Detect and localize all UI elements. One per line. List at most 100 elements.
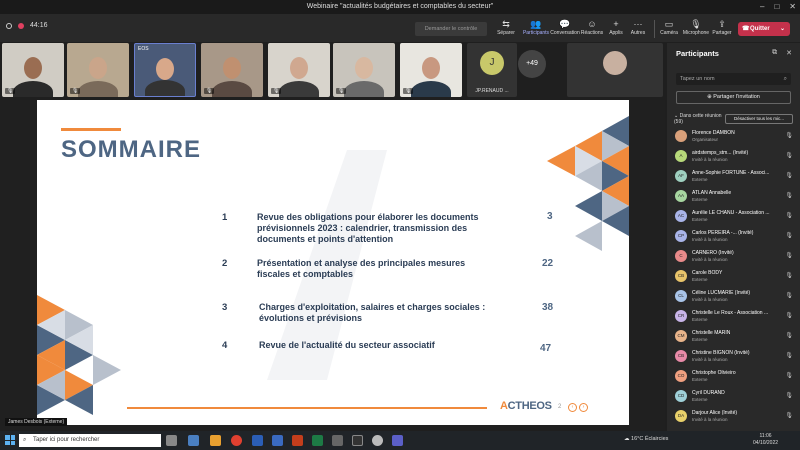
participant-role: Invité à la réunion <box>692 417 728 422</box>
minimize-button[interactable]: – <box>760 0 764 14</box>
prev-slide-button[interactable]: ‹ <box>568 403 577 412</box>
participant-body <box>411 81 451 97</box>
avatar: A <box>675 150 687 162</box>
split-button[interactable]: ⇆ Séparer <box>490 18 522 36</box>
share-button[interactable]: ⇪ Partager <box>706 18 738 36</box>
leave-button[interactable]: ☎ Quitter ⌄ <box>738 22 790 36</box>
app-icon[interactable] <box>352 435 363 446</box>
chevron-left-icon: ‹ <box>571 404 574 410</box>
participant-role: Externe <box>692 217 708 222</box>
slide-heading: SOMMAIRE <box>61 136 201 163</box>
mic-off-icon: 🎙 <box>785 293 793 299</box>
participant-role: Organisateur <box>692 137 719 142</box>
avatar: CB <box>675 350 687 362</box>
avatar-name: JP.RENAUD ... <box>475 88 509 94</box>
next-slide-button[interactable]: › <box>579 403 588 412</box>
participant-search-input[interactable]: Tapez un nom ⌕ <box>676 73 791 85</box>
chrome-icon[interactable] <box>231 435 242 446</box>
avatar: CL <box>675 290 687 302</box>
mic-off-icon: 🎙 <box>785 353 793 359</box>
toc-number: 1 <box>222 212 228 223</box>
task-view-icon[interactable] <box>166 435 177 446</box>
video-tile-speaking[interactable]: EOS <box>134 43 196 97</box>
more-button[interactable]: ··· Autres <box>622 18 654 36</box>
participant-row[interactable]: CR Christelle Le Roux - Association ... Ex… <box>675 308 795 326</box>
self-tile[interactable] <box>567 43 663 97</box>
more-icon: ··· <box>633 19 643 29</box>
in-meeting-header[interactable]: ⌄ Dans cette réunion (59) <box>674 113 722 125</box>
ask-control-button[interactable]: Demander le contrôle <box>415 22 487 36</box>
mic-off-icon: 🎙 <box>271 88 282 94</box>
weather-widget[interactable]: ☁ 16°C Éclaircies <box>624 436 668 442</box>
participant-body <box>78 81 118 97</box>
search-icon: ⌕ <box>23 437 27 443</box>
participant-body <box>344 81 384 97</box>
mute-all-button[interactable]: Désactiver tous les mic... <box>725 114 793 124</box>
video-tile[interactable]: 🎙 <box>268 43 330 97</box>
presentation-slide: SOMMAIRE 1 Revue des obligations pour él… <box>37 100 629 425</box>
window-titlebar: Webinaire "actualités budgétaires et com… <box>0 0 800 14</box>
outlook-icon[interactable] <box>272 435 283 446</box>
close-button[interactable]: ✕ <box>789 0 796 14</box>
mic-off-icon: 🎙 <box>785 253 793 259</box>
chevron-right-icon: › <box>582 404 585 410</box>
participant-row[interactable]: CP Carlos PEREIRA -... (Invité) Invité à l… <box>675 228 795 246</box>
app-icon[interactable] <box>210 435 221 446</box>
participant-row[interactable]: CB Carole BODY Externe 🎙 <box>675 268 795 286</box>
participant-row[interactable]: CB Christine BIGNON (Invité) Invité à la r… <box>675 348 795 366</box>
participant-name: ATLAN Annabelle <box>692 190 732 196</box>
participant-row[interactable]: Aairdstemps_stm... (Invité) Invité à la r… <box>675 148 795 166</box>
participant-row[interactable]: AC Aurélie LE CHANU - Association ... Exte… <box>675 208 795 226</box>
participant-row[interactable]: DA Darjour Alice (Invité) Invité à la réun… <box>675 408 795 426</box>
participant-role: Externe <box>692 177 708 182</box>
taskbar-search-input[interactable]: ⌕ Taper ici pour rechercher <box>19 434 161 447</box>
participant-row[interactable]: C CARNERO (Invité) Invité à la réunion 🎙 <box>675 248 795 266</box>
more-participants-button[interactable]: +49 <box>518 50 546 78</box>
participant-row[interactable]: CD Cyril DURAND Externe 🎙 <box>675 388 795 406</box>
recording-icon <box>18 22 24 29</box>
system-clock[interactable]: 11:06 04/10/2022 <box>753 433 778 447</box>
chevron-down-icon[interactable]: ⌄ <box>780 22 785 36</box>
avatar-tile[interactable]: J JP.RENAUD ... <box>467 43 517 97</box>
window-title: Webinaire "actualités budgétaires et com… <box>306 3 494 10</box>
word-icon[interactable] <box>252 435 263 446</box>
participant-row[interactable]: CL Céline LUCMARIE (Invité) Invité à la ré… <box>675 288 795 306</box>
participant-row[interactable]: CM Christelle MARIN Externe 🎙 <box>675 328 795 346</box>
participant-body <box>145 80 185 96</box>
participant-row[interactable]: AA ATLAN Annabelle Externe 🎙 <box>675 188 795 206</box>
app-icon[interactable] <box>372 435 383 446</box>
self-avatar <box>603 51 627 75</box>
participant-head <box>290 57 308 79</box>
video-tile[interactable]: 🎙 <box>2 43 64 97</box>
avatar: CP <box>675 230 687 242</box>
presenter-label: James Desbois (Externe) <box>5 418 68 426</box>
share-invite-button[interactable]: ⊕ Partager l'invitation <box>676 91 791 104</box>
powerpoint-icon[interactable] <box>292 435 303 446</box>
meeting-status: 44:16 <box>6 22 48 29</box>
video-tile[interactable]: 🎙 <box>333 43 395 97</box>
mic-off-icon: 🎙 <box>403 88 414 94</box>
participant-head <box>355 57 373 79</box>
weather-icon: ☁ <box>624 436 632 442</box>
video-tile[interactable]: 🎙 <box>400 43 462 97</box>
participant-role: Invité à la réunion <box>692 357 728 362</box>
excel-icon[interactable] <box>312 435 323 446</box>
participant-row[interactable]: CO Christophe Olivieiro Externe 🎙 <box>675 368 795 386</box>
video-tile[interactable]: 🎙 <box>67 43 129 97</box>
avatar: C <box>675 250 687 262</box>
avatar: CB <box>675 270 687 282</box>
app-icon[interactable] <box>188 435 199 446</box>
participant-row[interactable]: AF Anne-Sophie FORTUNE - Associ... Externe… <box>675 168 795 186</box>
teams-icon[interactable] <box>392 435 403 446</box>
participant-name: Christelle Le Roux - Association ... <box>692 310 769 316</box>
app-icon[interactable] <box>332 435 343 446</box>
close-icon[interactable]: ✕ <box>786 49 792 57</box>
participants-button[interactable]: 👥 Participants <box>520 18 552 36</box>
popout-icon[interactable]: ⧉ <box>772 49 777 57</box>
video-tile[interactable]: 🎙 <box>201 43 263 97</box>
maximize-button[interactable]: □ <box>774 0 779 14</box>
participant-row[interactable]: Florence DAMBON Organisateur 🎙 <box>675 128 795 146</box>
avatar: CD <box>675 390 687 402</box>
start-button[interactable] <box>5 435 15 445</box>
participant-name: Carlos PEREIRA -... (Invité) <box>692 230 754 236</box>
